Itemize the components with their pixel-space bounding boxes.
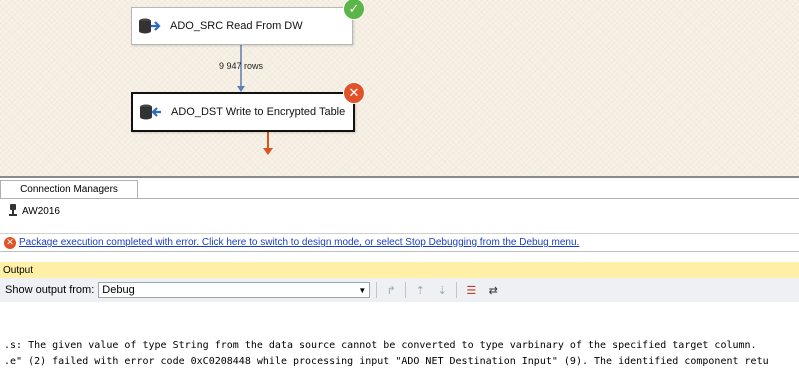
tab-connection-managers[interactable]: Connection Managers [0,180,138,198]
find-message-in-code-icon[interactable]: ↱ [383,282,399,298]
show-output-from-select[interactable]: Debug ▼ [98,282,371,298]
go-to-next-message-icon[interactable]: ⇣ [434,282,450,298]
data-path-row-count[interactable]: 9 947 rows [219,61,263,71]
tab-divider [0,198,799,199]
connection-manager-item[interactable]: AW2016 [8,204,60,219]
connection-plug-icon [8,204,18,219]
output-line: .s: The given value of type String from … [4,340,757,351]
show-output-from-value: Debug [102,284,135,296]
output-line: .e" (2) failed with error code 0xC020844… [4,356,769,367]
destination-task-ado-dst[interactable]: ADO_DST Write to Encrypted Table [131,92,355,132]
go-to-previous-message-icon[interactable]: ⇡ [412,282,428,298]
toolbar-separator [456,282,458,298]
connection-managers-panel: Connection Managers AW2016 [0,178,799,234]
data-flow-paths [237,44,273,155]
error-circle-icon: ✕ [4,236,16,249]
clear-all-icon[interactable]: ☰ [463,282,479,298]
ado-destination-icon [139,103,163,121]
error-x-icon: ✕ [343,82,365,104]
data-flow-canvas[interactable]: 9 947 rows ADO_SRC Read From DW ✓ ADO_DS… [0,0,799,178]
dropdown-arrow-icon: ▼ [358,285,367,295]
output-text-area[interactable]: .s: The given value of type String from … [0,302,799,383]
show-output-from-label: Show output from: [5,284,95,296]
error-output-arrowhead [263,148,273,155]
execution-status-bar: ✕ Package execution completed with error… [0,233,799,252]
toolbar-separator [405,282,407,298]
output-toolbar: Show output from: Debug ▼ ↱ ⇡ ⇣ ☰ ⇄ [0,278,799,303]
destination-task-label: ADO_DST Write to Encrypted Table [171,106,346,118]
source-task-ado-src[interactable]: ADO_SRC Read From DW [131,7,353,45]
ado-source-icon [138,17,162,35]
connection-manager-label: AW2016 [22,206,60,217]
source-task-label: ADO_SRC Read From DW [170,20,303,32]
toggle-word-wrap-icon[interactable]: ⇄ [485,282,501,298]
switch-to-design-mode-link[interactable]: Package execution completed with error. … [19,237,579,248]
toolbar-separator [376,282,378,298]
output-window-title: Output [0,262,799,278]
output-title: Output [3,264,34,276]
